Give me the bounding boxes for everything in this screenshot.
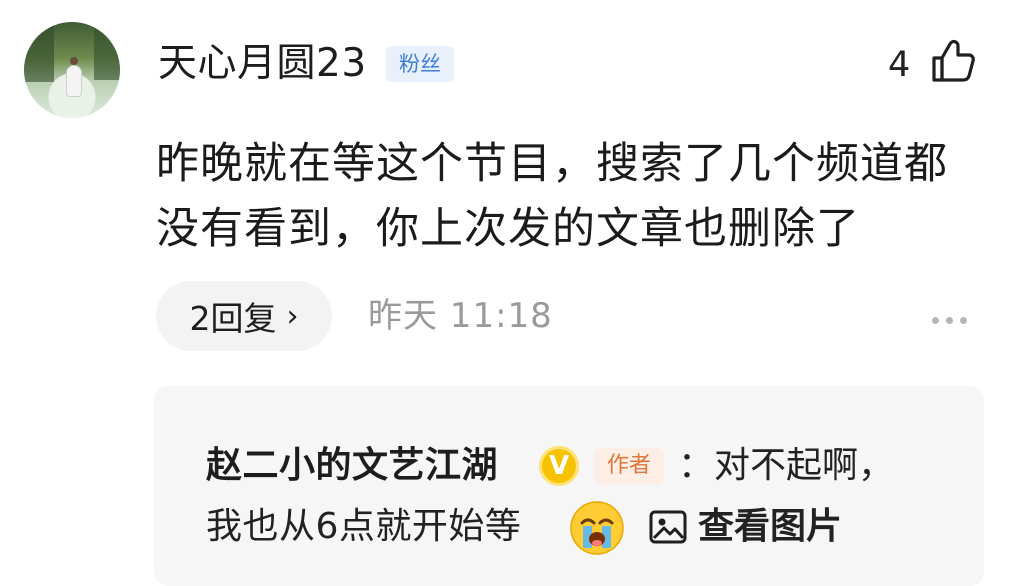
fan-badge: 粉丝 [386, 46, 454, 82]
reply-text-line2: 我也从6点就开始等 [206, 506, 522, 547]
like-count: 4 [888, 45, 911, 85]
avatar-tree-left [24, 22, 54, 82]
more-dots-icon[interactable] [932, 309, 976, 324]
avatar-tree-right [94, 22, 120, 80]
verified-badge-icon: V [539, 446, 579, 486]
comment-time: 昨天 11:18 [368, 296, 553, 336]
more-dot [932, 317, 939, 324]
chevron-right-icon: › [286, 298, 299, 334]
replies-label: 2回复 [189, 299, 277, 338]
image-icon[interactable] [648, 507, 688, 547]
user-avatar[interactable] [24, 22, 120, 118]
reply-text-line1: ：对不起啊， [678, 445, 895, 486]
reply-author-name[interactable]: 赵二小的文艺江湖 [206, 442, 498, 490]
thumbs-up-icon[interactable] [928, 36, 978, 86]
more-dot [960, 317, 967, 324]
replies-button[interactable]: 2回复 › [156, 281, 332, 351]
more-dot [946, 317, 953, 324]
crying-face-emoji [570, 501, 624, 555]
comment-username[interactable]: 天心月圆23 [158, 38, 367, 90]
author-tag: 作者 [594, 448, 664, 484]
comment-text: 昨晚就在等这个节目，搜索了几个频道都没有看到，你上次发的文章也删除了 [156, 139, 948, 254]
view-image-link[interactable]: 查看图片 [698, 503, 842, 551]
avatar-figure [67, 57, 81, 96]
